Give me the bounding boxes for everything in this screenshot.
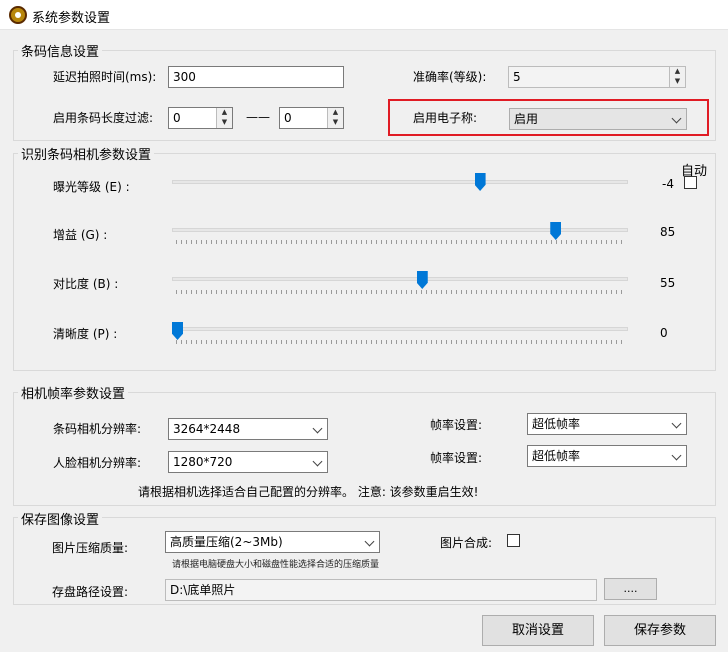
sharpness-slider-track[interactable] (172, 327, 628, 331)
gain-slider-ticks (176, 240, 626, 244)
path-input[interactable]: D:\底单照片 (165, 579, 597, 601)
chevron-down-icon (364, 536, 375, 547)
app-logo-icon (9, 6, 27, 24)
chevron-down-icon (671, 113, 682, 124)
fps-value-2: 超低帧率 (532, 449, 581, 463)
barcode-info-title: 条码信息设置 (18, 41, 103, 60)
length-separator: —— (246, 110, 270, 124)
spin-up-icon[interactable]: ▲ (670, 67, 685, 77)
contrast-slider-ticks (176, 290, 626, 294)
sharpness-value: 0 (660, 326, 668, 340)
scale-select-value: 启用 (514, 112, 539, 126)
contrast-slider-track[interactable] (172, 277, 628, 281)
delay-input[interactable]: 300 (168, 66, 344, 88)
face-res-label: 人脸相机分辨率: (53, 456, 142, 470)
spin-down-icon[interactable]: ▼ (670, 77, 685, 87)
window-title: 系统参数设置 (32, 11, 111, 26)
fps-value-1: 超低帧率 (532, 417, 581, 431)
fps-label-2: 帧率设置: (430, 451, 483, 465)
fps-select-2[interactable]: 超低帧率 (527, 445, 687, 467)
barcode-res-select[interactable]: 3264*2448 (168, 418, 328, 440)
gain-value: 85 (660, 225, 676, 239)
sharpness-label: 清晰度 (P) : (53, 327, 118, 341)
save-image-title: 保存图像设置 (18, 509, 103, 528)
chevron-down-icon (312, 423, 323, 434)
accuracy-label: 准确率(等级): (413, 70, 487, 84)
compress-label: 图片压缩质量: (52, 541, 129, 555)
compress-select[interactable]: 高质量压缩(2~3Mb) (165, 531, 380, 553)
contrast-value: 55 (660, 276, 676, 290)
contrast-label: 对比度 (B) : (53, 277, 119, 291)
browse-button[interactable]: .... (604, 578, 657, 600)
compress-value: 高质量压缩(2~3Mb) (170, 535, 283, 549)
chevron-down-icon (671, 450, 682, 461)
spin-up-icon[interactable]: ▲ (217, 108, 232, 118)
scale-label: 启用电子称: (413, 111, 478, 125)
framerate-note: 请根据相机选择适合自己配置的分辨率。 注意: 该参数重启生效! (138, 485, 479, 499)
spin-up-icon[interactable]: ▲ (328, 108, 343, 118)
length-max-spinner[interactable]: ▲ ▼ (327, 108, 343, 128)
fps-label-1: 帧率设置: (430, 418, 483, 432)
save-button[interactable]: 保存参数 (604, 615, 716, 646)
spin-down-icon[interactable]: ▼ (217, 118, 232, 128)
delay-label: 延迟拍照时间(ms): (53, 70, 157, 84)
auto-checkbox[interactable] (684, 176, 697, 189)
sharpness-slider-ticks (176, 340, 626, 344)
merge-checkbox[interactable] (507, 534, 520, 547)
face-res-select[interactable]: 1280*720 (168, 451, 328, 473)
accuracy-spinner[interactable]: ▲ ▼ (669, 67, 685, 87)
compress-hint: 请根据电脑硬盘大小和磁盘性能选择合适的压缩质量 (172, 560, 380, 570)
exposure-value: -4 (662, 177, 674, 191)
length-filter-label: 启用条码长度过滤: (53, 111, 154, 125)
barcode-res-value: 3264*2448 (173, 422, 241, 436)
length-min-spinner[interactable]: ▲ ▼ (216, 108, 232, 128)
exposure-label: 曝光等级 (E) : (53, 180, 130, 194)
fps-select-1[interactable]: 超低帧率 (527, 413, 687, 435)
face-res-value: 1280*720 (173, 455, 233, 469)
framerate-title: 相机帧率参数设置 (18, 383, 129, 402)
scale-select[interactable]: 启用 (509, 108, 687, 130)
accuracy-input[interactable]: 5 (508, 66, 686, 88)
gain-label: 增益 (G) : (53, 228, 108, 242)
chevron-down-icon (312, 456, 323, 467)
path-label: 存盘路径设置: (52, 585, 129, 599)
cancel-button[interactable]: 取消设置 (482, 615, 594, 646)
merge-label: 图片合成: (440, 536, 493, 550)
spin-down-icon[interactable]: ▼ (328, 118, 343, 128)
camera-params-title: 识别条码相机参数设置 (18, 144, 155, 163)
chevron-down-icon (671, 418, 682, 429)
barcode-res-label: 条码相机分辨率: (53, 422, 142, 436)
exposure-slider-track[interactable] (172, 180, 628, 184)
